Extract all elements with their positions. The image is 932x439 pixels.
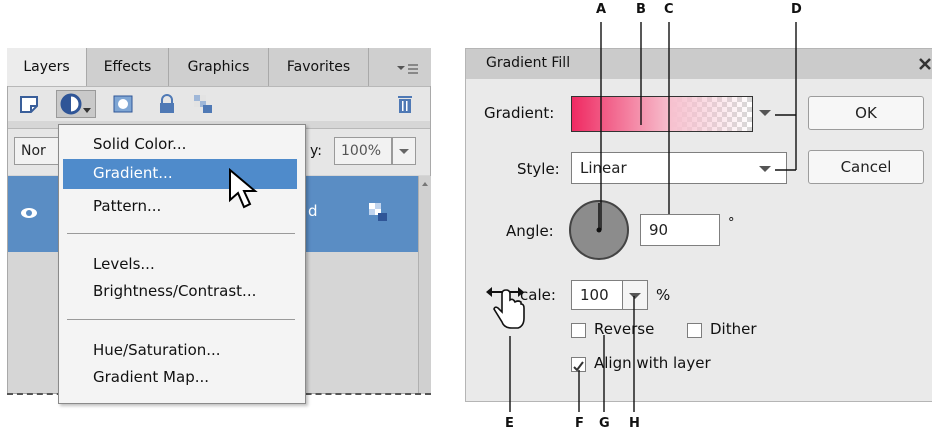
callout-g: G: [599, 416, 610, 431]
callout-e: E: [505, 416, 514, 431]
callout-b: B: [636, 2, 646, 17]
callout-a: A: [596, 2, 607, 17]
callout-d: D: [791, 2, 802, 17]
callout-f: F: [575, 416, 584, 431]
callout-c: C: [664, 2, 674, 17]
callout-h: H: [629, 416, 640, 431]
callout-lines: [509, 22, 797, 412]
